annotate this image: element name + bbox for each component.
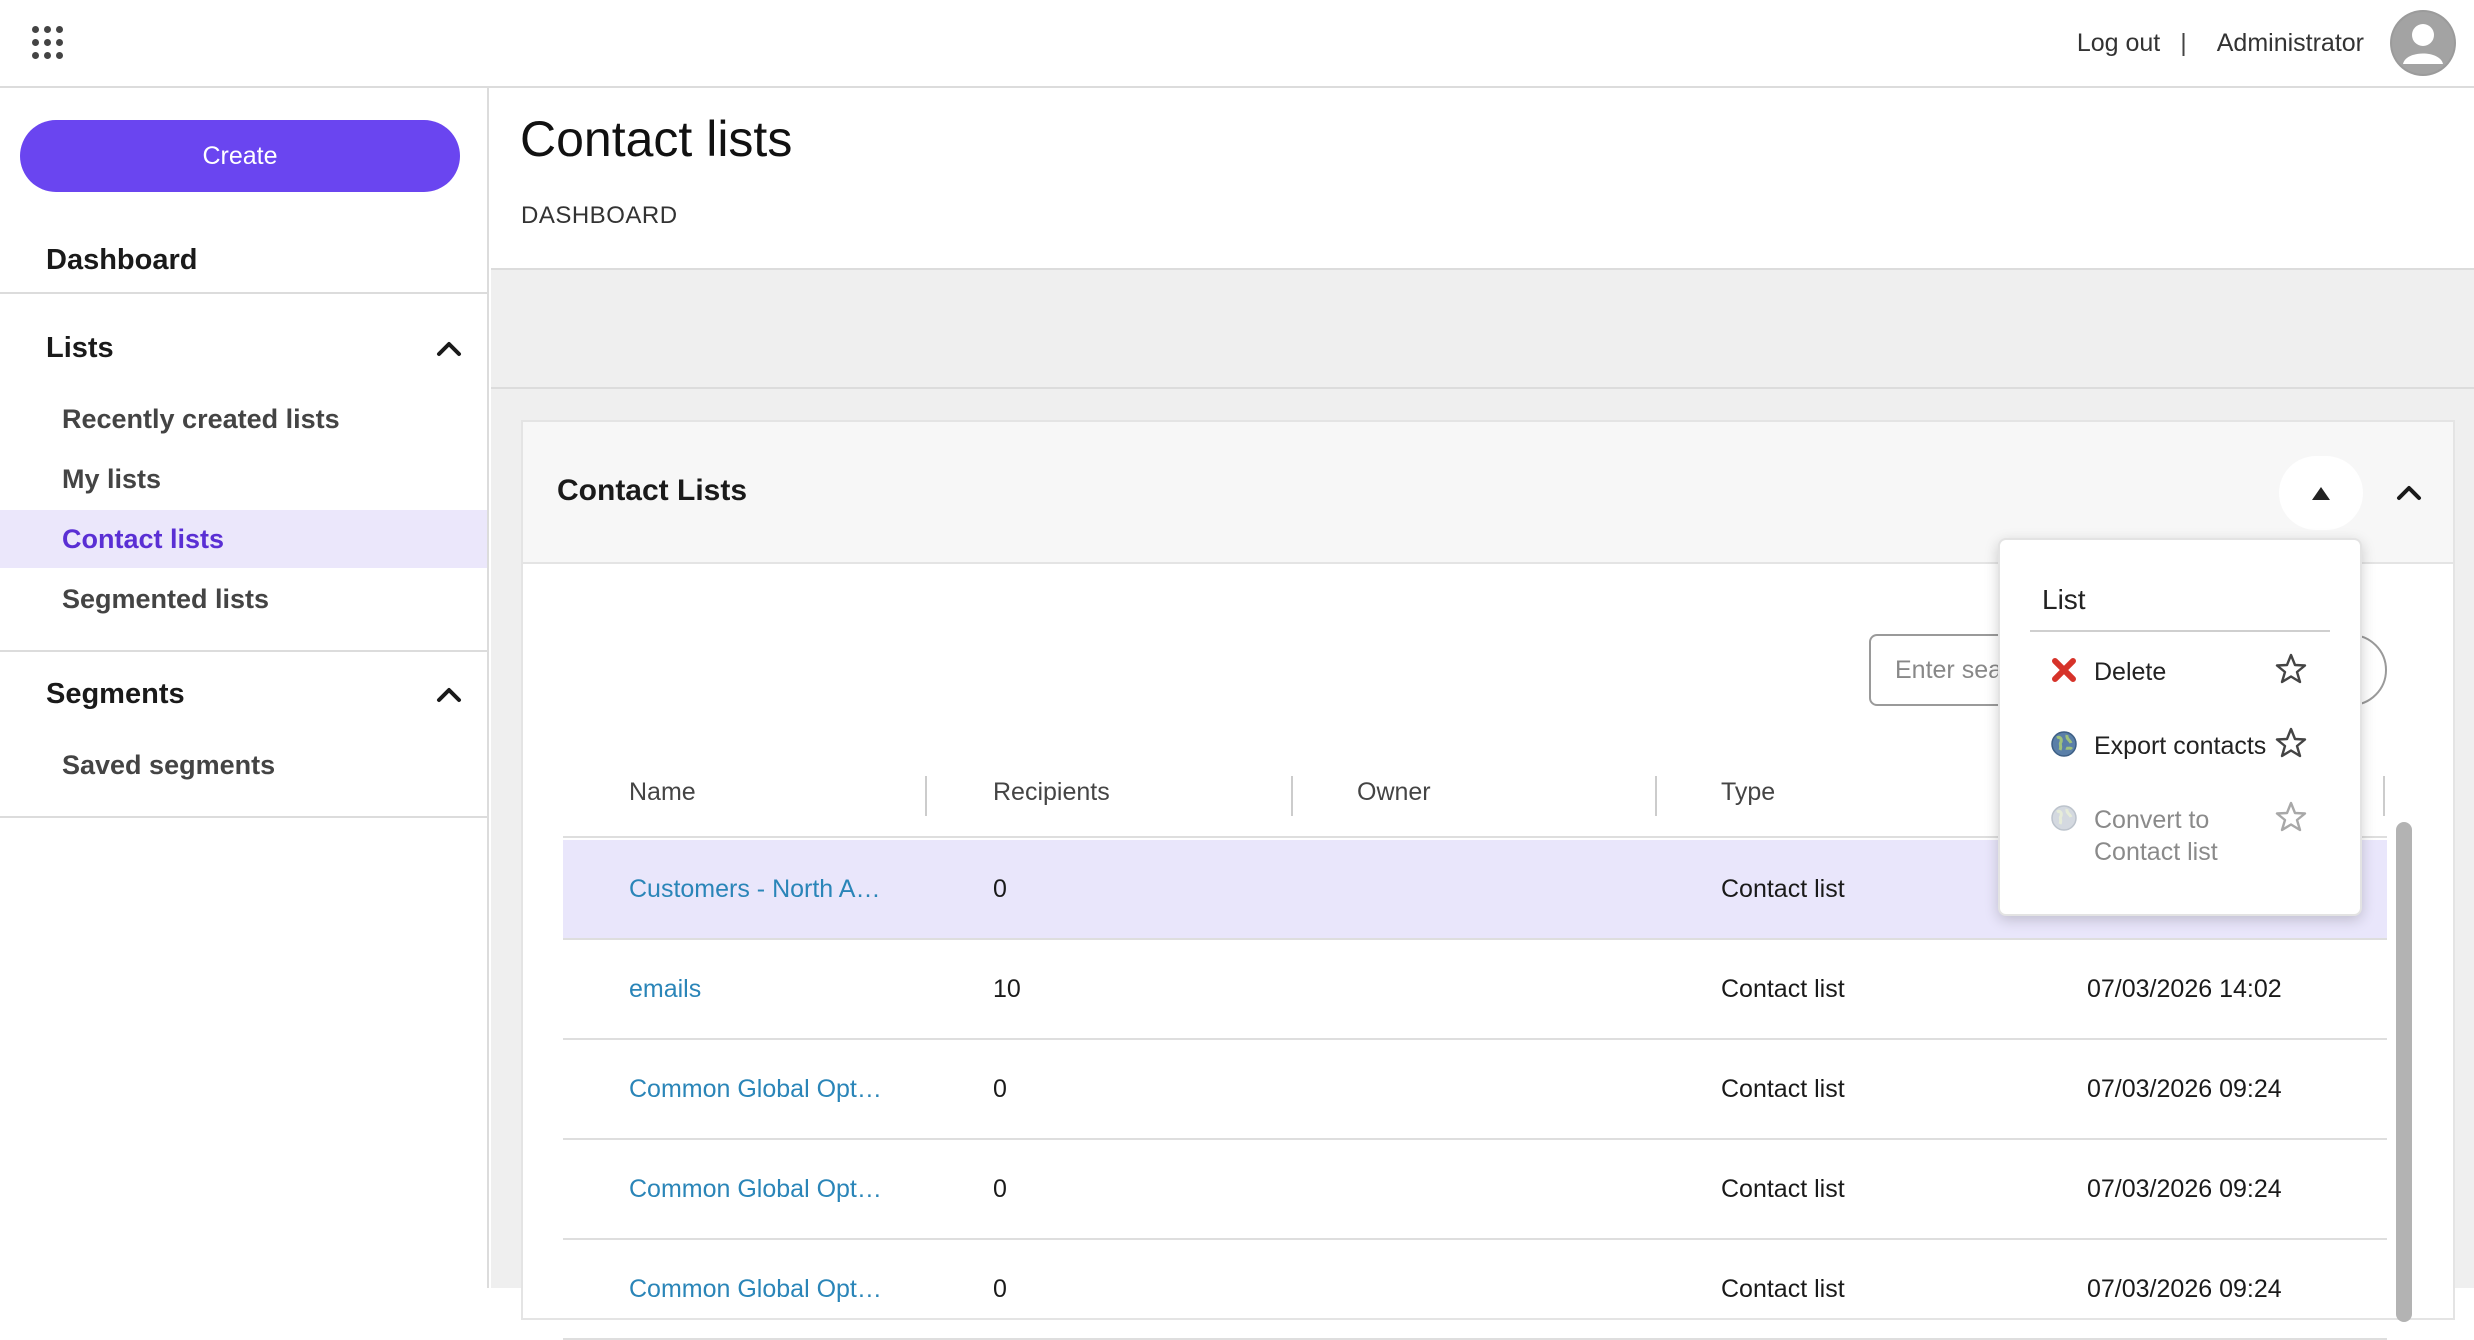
row-type: Contact list (1721, 1175, 1845, 1203)
row-name-link[interactable]: Common Global Opt… (629, 1175, 882, 1204)
sidebar-item-dashboard[interactable]: Dashboard (0, 228, 487, 294)
collapse-chevron-up-icon[interactable] (2395, 482, 2423, 502)
breadcrumb[interactable]: DASHBOARD (521, 202, 678, 230)
row-name-link[interactable]: Customers - North A… (629, 875, 880, 904)
user-name: Administrator (2216, 28, 2364, 57)
table-row[interactable]: Common Global Opt… 0 Contact list 07/03/… (563, 1240, 2387, 1340)
column-resize-handle[interactable] (2383, 776, 2385, 816)
sidebar-divider (0, 816, 487, 818)
delete-x-icon (2052, 658, 2076, 682)
row-name-link[interactable]: emails (629, 975, 701, 1004)
sidebar-section-segments[interactable]: Segments (0, 664, 487, 724)
caret-up-icon (2312, 487, 2330, 500)
menu-title: List (2042, 584, 2086, 615)
sidebar-item-saved-segments[interactable]: Saved segments (0, 736, 487, 794)
sidebar: Create Dashboard Lists Recently created … (0, 88, 489, 1288)
row-recipients: 0 (993, 875, 1007, 903)
sidebar-item-segmented-lists[interactable]: Segmented lists (0, 570, 487, 628)
menu-item-label: Delete (2094, 658, 2167, 686)
app-launcher-grid-icon[interactable] (32, 26, 63, 59)
column-header-type[interactable]: Type (1721, 778, 1775, 807)
globe-export-icon (2051, 731, 2077, 757)
column-header-owner[interactable]: Owner (1357, 778, 1431, 807)
create-button[interactable]: Create (20, 120, 460, 192)
row-name-link[interactable]: Common Global Opt… (629, 1075, 882, 1104)
row-recipients: 10 (993, 975, 1021, 1003)
sidebar-divider (0, 650, 487, 652)
logout-link[interactable]: Log out (2077, 29, 2160, 58)
chevron-up-icon (437, 688, 461, 702)
header-separator: | (2180, 28, 2187, 57)
toolbar-divider (491, 387, 2474, 389)
convert-globe-icon (2051, 805, 2077, 831)
menu-item-export-contacts[interactable]: Export contacts (2000, 718, 2360, 778)
row-date: 07/03/2026 14:02 (2087, 975, 2282, 1003)
table-row[interactable]: emails 10 Contact list 07/03/2026 14:02 (563, 940, 2387, 1040)
chevron-up-icon (437, 342, 461, 356)
top-bar: Log out | Administrator (0, 0, 2474, 88)
page-header: Contact lists DASHBOARD (491, 88, 2474, 270)
row-date: 07/03/2026 09:24 (2087, 1075, 2282, 1103)
row-recipients: 0 (993, 1075, 1007, 1103)
sidebar-section-lists[interactable]: Lists (0, 318, 487, 378)
menu-item-delete[interactable]: Delete (2000, 644, 2360, 704)
row-date: 07/03/2026 09:24 (2087, 1275, 2282, 1303)
column-resize-handle[interactable] (925, 776, 927, 816)
actions-menu-button[interactable] (2279, 456, 2363, 530)
row-date: 07/03/2026 09:24 (2087, 1175, 2282, 1203)
section-label-lists: Lists (46, 331, 114, 364)
column-resize-handle[interactable] (1291, 776, 1293, 816)
column-resize-handle[interactable] (1655, 776, 1657, 816)
menu-divider (2030, 630, 2330, 632)
column-header-recipients[interactable]: Recipients (993, 778, 1110, 807)
user-area: Log out | Administrator (2077, 10, 2456, 76)
table-scrollbar[interactable] (2396, 822, 2412, 1322)
list-actions-menu: List Delete Export contacts Convert to C… (1998, 538, 2362, 916)
row-type: Contact list (1721, 875, 1845, 903)
favorite-star-icon (2275, 801, 2307, 832)
table-row[interactable]: Common Global Opt… 0 Contact list 07/03/… (563, 1140, 2387, 1240)
row-type: Contact list (1721, 975, 1845, 1003)
panel-title: Contact Lists (557, 474, 748, 507)
section-label-segments: Segments (46, 677, 185, 710)
row-type: Contact list (1721, 1075, 1845, 1103)
menu-item-label: Convert to Contact list (2094, 806, 2218, 866)
row-recipients: 0 (993, 1275, 1007, 1303)
row-name-link[interactable]: Common Global Opt… (629, 1275, 882, 1304)
sidebar-item-my-lists[interactable]: My lists (0, 450, 487, 508)
sidebar-item-contact-lists[interactable]: Contact lists (0, 510, 487, 568)
favorite-star-icon[interactable] (2274, 652, 2308, 686)
favorite-star-icon[interactable] (2274, 726, 2308, 760)
page-title: Contact lists (520, 111, 793, 167)
row-type: Contact list (1721, 1275, 1845, 1303)
sidebar-item-recently-created-lists[interactable]: Recently created lists (0, 390, 487, 448)
menu-item-convert-to-contact-list: Convert to Contact list (2000, 792, 2360, 882)
table-row[interactable]: Common Global Opt… 0 Contact list 07/03/… (563, 1040, 2387, 1140)
row-recipients: 0 (993, 1175, 1007, 1203)
column-header-name[interactable]: Name (629, 778, 696, 807)
menu-item-label: Export contacts (2094, 732, 2267, 760)
avatar-icon[interactable] (2390, 10, 2456, 76)
